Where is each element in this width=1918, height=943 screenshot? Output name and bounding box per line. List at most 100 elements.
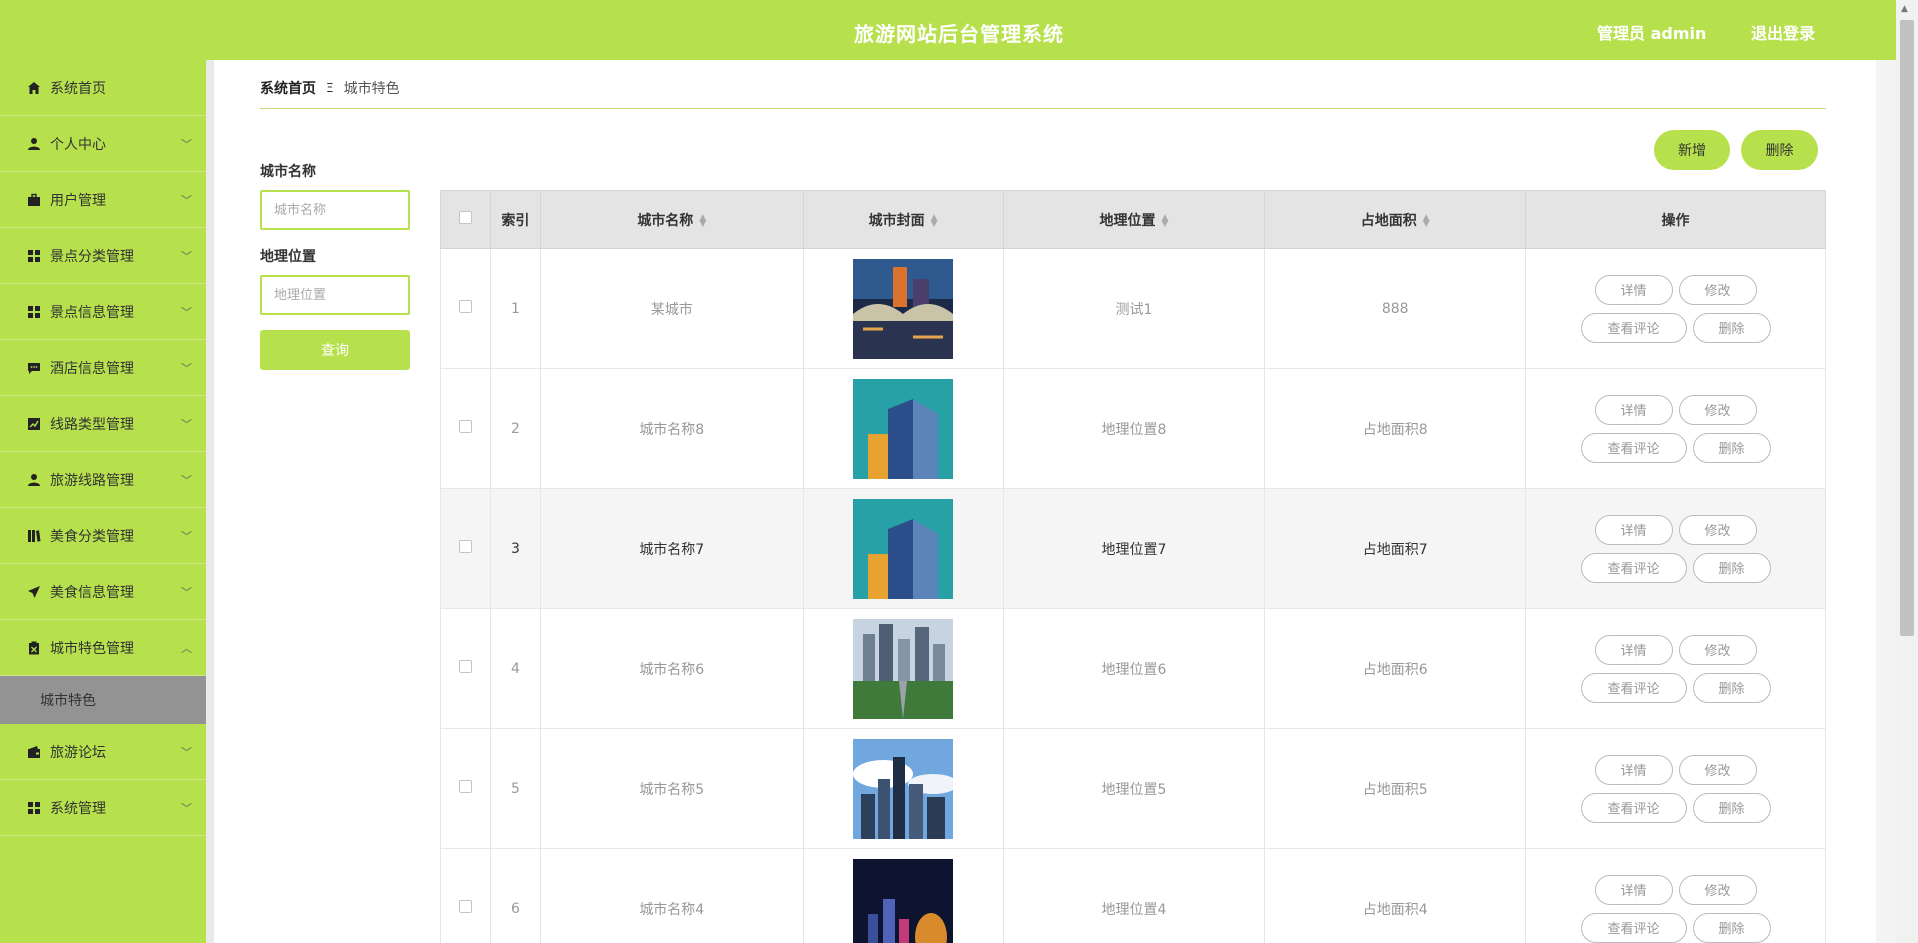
delete-button[interactable]: 删除 [1692, 912, 1771, 943]
city-cover-image [853, 498, 954, 599]
view-comments-button[interactable]: 查看评论 [1580, 912, 1687, 943]
sidebar-item-label: 旅游线路管理 [50, 472, 134, 489]
sidebar-item-hotel[interactable]: 酒店信息管理 ﹀ [0, 340, 206, 396]
edit-button[interactable]: 修改 [1678, 274, 1757, 305]
detail-button[interactable]: 详情 [1594, 394, 1673, 425]
query-button[interactable]: 查询 [260, 330, 410, 370]
row-actions: 详情 修改 查看评论 删除 [1525, 848, 1826, 943]
sidebar-item-label: 酒店信息管理 [50, 360, 134, 377]
add-button[interactable]: 新增 [1654, 130, 1730, 170]
view-comments-button[interactable]: 查看评论 [1580, 672, 1687, 703]
location-input[interactable] [260, 275, 410, 315]
city-cover-image [853, 258, 954, 359]
delete-button[interactable]: 删除 [1692, 312, 1771, 343]
row-actions: 详情 修改 查看评论 删除 [1525, 248, 1826, 369]
sidebar-item-home[interactable]: 系统首页 [0, 60, 206, 116]
view-comments-button[interactable]: 查看评论 [1580, 312, 1687, 343]
city-cover-image [853, 378, 954, 479]
sidebar-item-food-info[interactable]: 美食信息管理 ﹀ [0, 564, 206, 620]
chart-icon [26, 416, 42, 432]
breadcrumb-current: 城市特色 [343, 81, 400, 97]
row-select-cell [440, 368, 491, 489]
sidebar-item-spot-category[interactable]: 景点分类管理 ﹀ [0, 228, 206, 284]
row-index: 4 [489, 608, 541, 729]
view-comments-button[interactable]: 查看评论 [1580, 552, 1687, 583]
row-checkbox[interactable] [458, 300, 472, 313]
sidebar-item-route-type[interactable]: 线路类型管理 ﹀ [0, 396, 206, 452]
sort-icon[interactable]: ▲ ▼ [931, 213, 938, 228]
detail-button[interactable]: 详情 [1594, 754, 1673, 785]
row-select-cell [440, 848, 491, 943]
row-checkbox[interactable] [458, 900, 472, 913]
delete-button[interactable]: 删除 [1692, 672, 1771, 703]
sort-icon[interactable]: ▲ ▼ [1423, 213, 1430, 228]
detail-button[interactable]: 详情 [1594, 874, 1673, 905]
sidebar-item-food-category[interactable]: 美食分类管理 ﹀ [0, 508, 206, 564]
city-name-label: 城市名称 [260, 164, 316, 180]
column-header-cover[interactable]: 城市封面 ▲ ▼ [802, 190, 1004, 249]
sidebar-item-users[interactable]: 用户管理 ﹀ [0, 172, 206, 228]
breadcrumb-home[interactable]: 系统首页 [260, 78, 316, 98]
column-label: 地理位置 [1099, 212, 1156, 229]
column-header-location[interactable]: 地理位置 ▲ ▼ [1002, 190, 1266, 249]
city-cover-image [853, 618, 954, 719]
scroll-up-arrow-icon[interactable]: ▲ [1901, 4, 1908, 14]
row-area: 占地面积5 [1264, 728, 1527, 849]
chevron-down-icon: ﹀ [181, 250, 192, 263]
sidebar-item-city-feature[interactable]: 城市特色管理 ︿ [0, 620, 206, 676]
row-location: 地理位置4 [1002, 848, 1266, 943]
column-header-area[interactable]: 占地面积 ▲ ▼ [1264, 190, 1527, 249]
detail-button[interactable]: 详情 [1594, 274, 1673, 305]
edit-button[interactable]: 修改 [1678, 634, 1757, 665]
edit-button[interactable]: 修改 [1678, 874, 1757, 905]
column-label: 城市封面 [868, 212, 925, 229]
breadcrumb-separator: Ξ [326, 81, 334, 95]
row-checkbox[interactable] [458, 780, 472, 793]
table-row: 4 城市名称6 地理位置6 占地面积6 详情 修改 查看评论 删除 [440, 608, 1826, 729]
chevron-down-icon: ﹀ [181, 474, 192, 487]
book-icon [26, 528, 42, 544]
table-row: 3 城市名称7 地理位置7 占地面积7 详情 修改 查看评论 删除 [440, 488, 1826, 609]
edit-button[interactable]: 修改 [1678, 514, 1757, 545]
breadcrumb-divider [260, 108, 1826, 109]
chevron-up-icon: ︿ [181, 642, 192, 655]
row-checkbox[interactable] [458, 660, 472, 673]
sidebar-item-forum[interactable]: 旅游论坛 ﹀ [0, 724, 206, 780]
view-comments-button[interactable]: 查看评论 [1580, 792, 1687, 823]
chevron-down-icon: ﹀ [181, 802, 192, 815]
sort-icon[interactable]: ▲ ▼ [1161, 213, 1168, 228]
select-all-checkbox[interactable] [458, 211, 472, 224]
logout-link[interactable]: 退出登录 [1751, 20, 1815, 44]
delete-button[interactable]: 删除 [1692, 552, 1771, 583]
delete-button[interactable]: 删除 [1692, 792, 1771, 823]
clipboard-icon [26, 640, 42, 656]
row-location: 测试1 [1002, 248, 1266, 369]
delete-button[interactable]: 删除 [1692, 432, 1771, 463]
edit-button[interactable]: 修改 [1678, 754, 1757, 785]
sidebar-item-spot-info[interactable]: 景点信息管理 ﹀ [0, 284, 206, 340]
detail-button[interactable]: 详情 [1594, 634, 1673, 665]
view-comments-button[interactable]: 查看评论 [1580, 432, 1687, 463]
sidebar-item-system[interactable]: 系统管理 ﹀ [0, 780, 206, 836]
row-select-cell [440, 608, 491, 729]
city-name-input[interactable] [260, 190, 410, 230]
batch-delete-button[interactable]: 删除 [1741, 130, 1818, 170]
sidebar-item-label: 个人中心 [50, 136, 106, 153]
row-location: 地理位置8 [1002, 368, 1266, 489]
sidebar-shadow [206, 60, 214, 943]
row-area: 占地面积7 [1264, 488, 1527, 609]
edit-button[interactable]: 修改 [1678, 394, 1757, 425]
select-all-cell [440, 190, 491, 249]
row-checkbox[interactable] [458, 420, 472, 433]
sidebar-item-route[interactable]: 旅游线路管理 ﹀ [0, 452, 206, 508]
sidebar-item-profile[interactable]: 个人中心 ﹀ [0, 116, 206, 172]
row-city-name: 城市名称6 [539, 608, 804, 729]
scrollbar-thumb[interactable] [1900, 20, 1914, 636]
detail-button[interactable]: 详情 [1594, 514, 1673, 545]
wallet-icon [26, 744, 42, 760]
column-header: 索引 [489, 190, 541, 249]
column-header-city-name[interactable]: 城市名称 ▲ ▼ [539, 190, 804, 249]
row-checkbox[interactable] [458, 540, 472, 553]
submenu-city-feature[interactable]: 城市特色 [0, 676, 206, 724]
sort-icon[interactable]: ▲ ▼ [699, 213, 706, 228]
